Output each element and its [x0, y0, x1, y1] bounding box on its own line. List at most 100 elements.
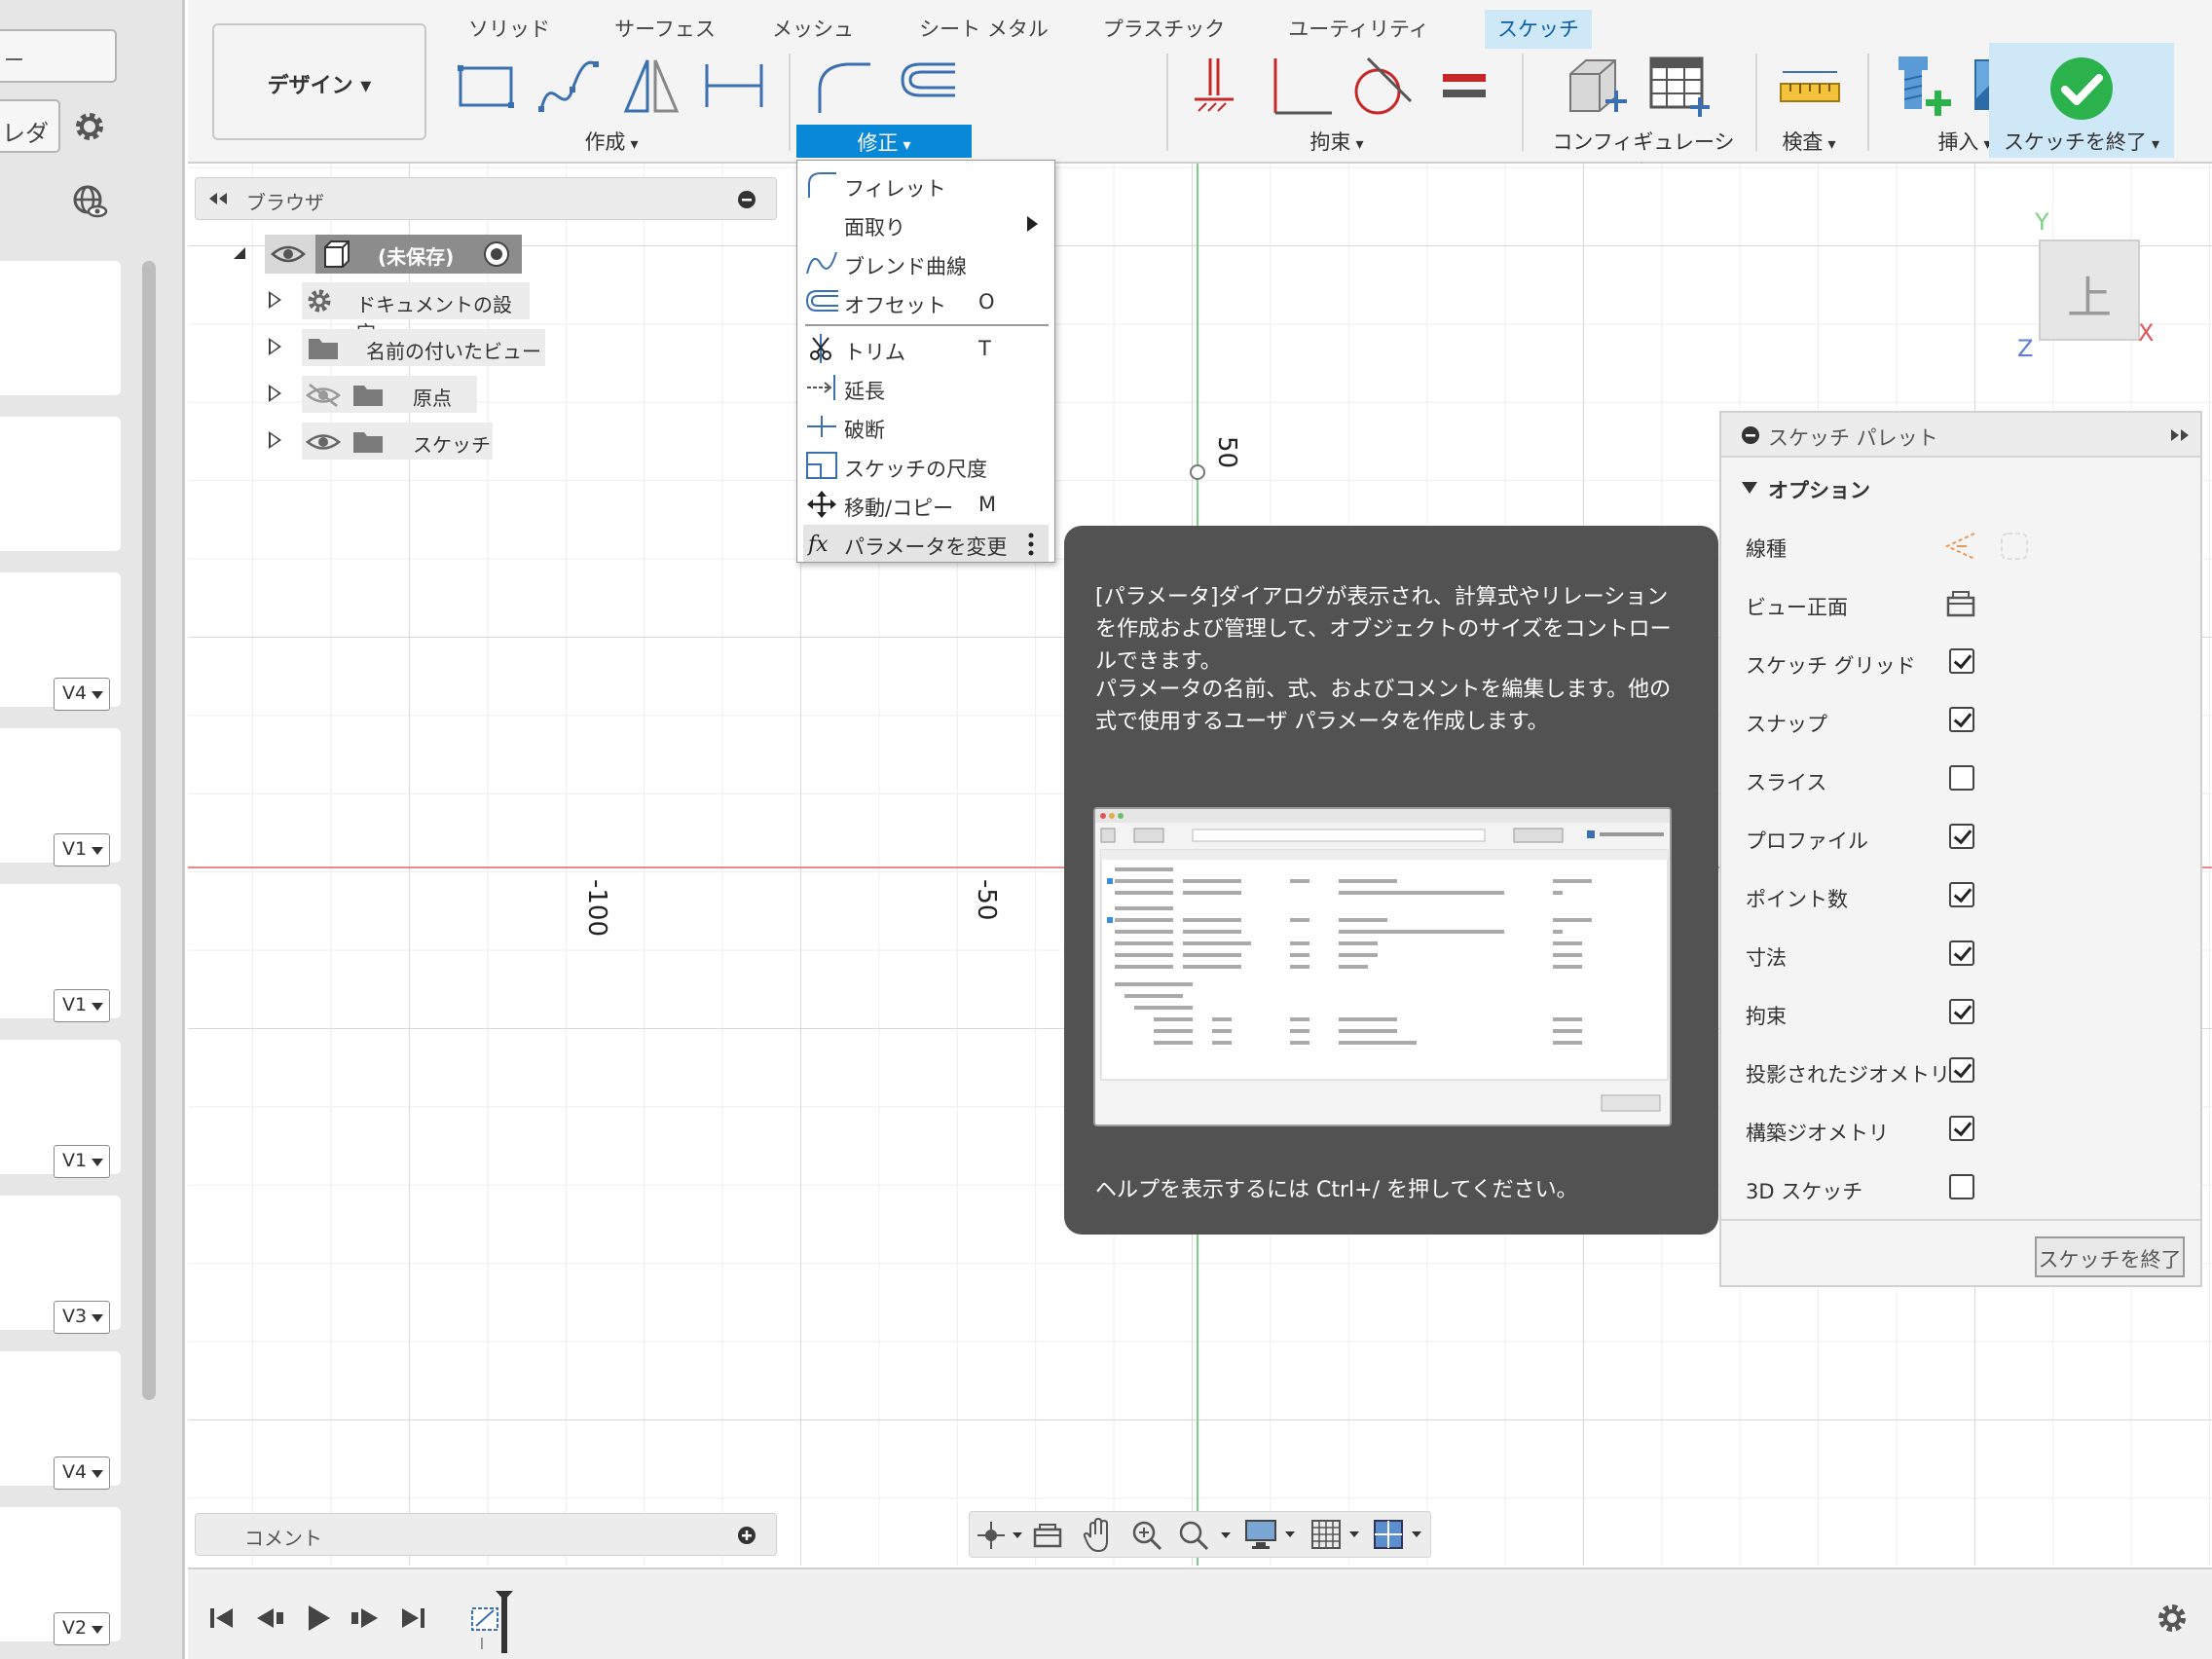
tab-sketch[interactable]: スケッチ [1485, 10, 1592, 49]
minimize-icon[interactable] [737, 190, 756, 209]
points-checkbox[interactable] [1949, 882, 1974, 907]
file-card[interactable]: V2 [0, 1507, 121, 1645]
comments-panel[interactable]: コメント [195, 1513, 777, 1556]
collapse-left-icon[interactable] [207, 191, 229, 206]
view-cube[interactable]: 上 [2039, 240, 2140, 341]
version-badge[interactable]: V2 [54, 1612, 110, 1645]
browser-item-sketches[interactable]: スケッチ [302, 423, 493, 460]
eye-icon[interactable] [271, 240, 306, 268]
dimensions-checkbox[interactable] [1949, 940, 1974, 966]
menu-item-sketch-scale[interactable]: スケッチの尺度 [797, 447, 1054, 484]
file-card[interactable] [0, 417, 121, 551]
file-card[interactable]: V1 [0, 728, 121, 866]
file-card[interactable]: V3 [0, 1196, 121, 1334]
step-back-icon[interactable] [254, 1604, 285, 1632]
finish-sketch-button[interactable]: スケッチを終了 [2035, 1236, 2185, 1277]
eye-icon[interactable] [306, 429, 341, 455]
version-badge[interactable]: V1 [54, 989, 110, 1022]
measure-icon[interactable] [1775, 51, 1845, 121]
construction-geometry-checkbox[interactable] [1949, 1116, 1974, 1141]
sketch-feature-icon[interactable] [470, 1591, 515, 1653]
eye-hidden-icon[interactable] [306, 383, 341, 408]
menu-item-offset[interactable]: オフセット O [797, 283, 1054, 320]
version-badge[interactable]: V4 [54, 678, 110, 711]
dimension-icon[interactable] [699, 51, 769, 121]
finish-check-icon[interactable] [2047, 55, 2116, 123]
expand-toggle[interactable] [269, 431, 281, 449]
file-card[interactable]: V4 [0, 572, 121, 711]
expand-toggle[interactable] [269, 291, 281, 309]
look-at-icon[interactable] [1945, 588, 1976, 619]
configure-model-icon[interactable] [1561, 51, 1631, 121]
mirror-icon[interactable] [616, 51, 686, 121]
projected-geometry-checkbox[interactable] [1949, 1057, 1974, 1083]
tab-plastic[interactable]: プラスチック [1084, 10, 1244, 49]
finish-sketch-menu[interactable]: スケッチを終了 [1989, 127, 2174, 156]
viewports-icon[interactable] [1373, 1518, 1429, 1551]
orbit-icon[interactable] [976, 1520, 1024, 1551]
workspace-switcher[interactable]: デザイン ▾ [212, 23, 426, 140]
section-collapse-icon[interactable] [1741, 481, 1758, 495]
snap-checkbox[interactable] [1949, 707, 1974, 732]
fix-constraint-icon[interactable] [1181, 51, 1251, 121]
globe-view-icon[interactable] [70, 182, 109, 221]
scrollbar[interactable] [142, 261, 156, 1400]
more-options-icon[interactable] [1027, 532, 1035, 557]
tab-mesh[interactable]: メッシュ [759, 10, 866, 49]
browser-item-named-views[interactable]: 名前の付いたビュー [302, 329, 545, 366]
menu-item-change-parameters[interactable]: fx パラメータを変更 [803, 525, 1049, 562]
menu-item-move-copy[interactable]: 移動/コピー M [797, 486, 1054, 523]
fillet-icon[interactable] [808, 51, 878, 121]
file-card[interactable]: V4 [0, 1351, 121, 1490]
expand-toggle[interactable] [269, 338, 281, 355]
tangent-icon[interactable] [1346, 51, 1417, 121]
3d-sketch-checkbox[interactable] [1949, 1174, 1974, 1199]
minimize-icon[interactable] [1741, 425, 1760, 445]
perpendicular-icon[interactable] [1264, 51, 1334, 121]
tab-sheet-metal[interactable]: シート メタル [903, 10, 1064, 49]
equal-icon[interactable] [1429, 51, 1499, 121]
play-icon[interactable] [305, 1603, 332, 1634]
expand-toggle[interactable] [269, 385, 281, 402]
go-to-start-icon[interactable] [207, 1604, 235, 1632]
gear-icon[interactable] [70, 107, 109, 146]
browser-item-doc-settings[interactable]: ドキュメントの設定 [302, 282, 530, 345]
add-comment-icon[interactable] [737, 1526, 756, 1545]
version-badge[interactable]: V4 [54, 1456, 110, 1490]
menu-item-chamfer[interactable]: 面取り [797, 205, 1054, 242]
menu-item-break[interactable]: 破断 [797, 408, 1054, 445]
zoom-icon[interactable] [1131, 1520, 1164, 1551]
profile-checkbox[interactable] [1949, 824, 1974, 849]
insert-bolt-icon[interactable] [1887, 51, 1957, 121]
create-menu[interactable]: 作成 [543, 127, 680, 156]
inspect-menu[interactable]: 検査 [1765, 127, 1853, 156]
offset-icon[interactable] [891, 51, 961, 121]
menu-item-trim[interactable]: トリム T [797, 330, 1054, 367]
pan-hand-icon[interactable] [1083, 1518, 1114, 1553]
menu-item-blend-curve[interactable]: ブレンド曲線 [797, 244, 1054, 281]
tab-solid[interactable]: ソリッド [446, 10, 572, 49]
rectangle-icon[interactable] [451, 51, 521, 121]
go-to-end-icon[interactable] [400, 1604, 427, 1632]
menu-item-extend[interactable]: 延長 [797, 369, 1054, 406]
file-card[interactable]: V1 [0, 1040, 121, 1178]
sketch-palette-header[interactable]: スケッチ パレット [1721, 413, 2200, 458]
constrain-menu[interactable]: 拘束 [1269, 127, 1405, 156]
constraints-checkbox[interactable] [1949, 999, 1974, 1024]
menu-item-fillet[interactable]: フィレット [797, 166, 1054, 203]
version-badge[interactable]: V1 [54, 1145, 110, 1178]
look-at-icon[interactable] [1032, 1522, 1063, 1549]
sketch-grid-checkbox[interactable] [1949, 648, 1974, 674]
slice-checkbox[interactable] [1949, 765, 1974, 791]
version-badge[interactable]: V1 [54, 833, 110, 866]
file-card[interactable] [0, 261, 121, 395]
centerline-icon[interactable] [1998, 530, 2031, 563]
step-forward-icon[interactable] [350, 1604, 381, 1632]
file-card[interactable]: V1 [0, 884, 121, 1022]
timeline-settings-icon[interactable] [2155, 1601, 2190, 1636]
origin-point[interactable] [1188, 462, 1207, 482]
collapse-triangle-icon[interactable] [230, 243, 249, 263]
display-settings-icon[interactable] [1244, 1518, 1299, 1551]
configuration-table-icon[interactable] [1643, 51, 1714, 121]
zoom-window-icon[interactable] [1178, 1520, 1233, 1551]
